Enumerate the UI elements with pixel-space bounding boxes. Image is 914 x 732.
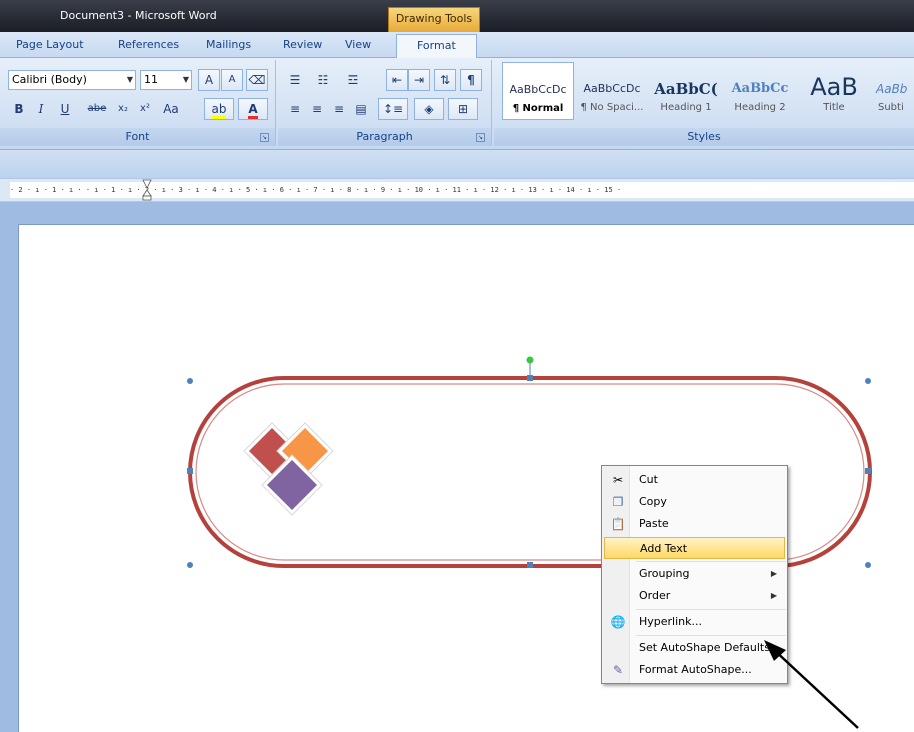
menu-separator	[636, 609, 786, 610]
menu-item-label: Set AutoShape Defaults	[639, 641, 770, 654]
resize-handle-bottom[interactable]	[527, 562, 533, 568]
scissors-icon: ✂	[612, 473, 624, 487]
resize-handle-bottom-right[interactable]	[865, 562, 871, 568]
menu-item-hyperlink[interactable]: 🌐 Hyperlink...	[604, 611, 785, 633]
menu-item-label: Format AutoShape...	[639, 663, 752, 676]
resize-handle-bottom-left[interactable]	[187, 562, 193, 568]
menu-item-grouping[interactable]: Grouping ▶	[604, 563, 785, 585]
rotate-handle[interactable]	[526, 356, 534, 364]
menu-item-copy[interactable]: ❐ Copy	[604, 491, 785, 513]
submenu-arrow-icon: ▶	[770, 569, 777, 578]
menu-item-label: Copy	[639, 495, 667, 508]
resize-handle-top[interactable]	[527, 375, 533, 381]
copy-icon: ❐	[612, 495, 624, 509]
menu-item-label: Order	[639, 589, 671, 602]
menu-item-label: Add Text	[640, 542, 688, 555]
menu-separator	[636, 561, 786, 562]
menu-separator	[636, 635, 786, 636]
menu-item-add-text[interactable]: Add Text	[604, 537, 785, 559]
menu-item-set-autoshape-defaults[interactable]: Set AutoShape Defaults	[604, 637, 785, 659]
context-menu: ✂ Cut ❐ Copy 📋 Paste Add Text Grouping ▶…	[601, 465, 788, 684]
menu-item-paste[interactable]: 📋 Paste	[604, 513, 785, 535]
diamond-logo-icon[interactable]	[243, 422, 334, 516]
menu-item-label: Paste	[639, 517, 669, 530]
format-shape-icon: ✎	[612, 663, 624, 677]
menu-item-label: Grouping	[639, 567, 690, 580]
resize-handle-top-right[interactable]	[865, 378, 871, 384]
resize-handle-top-left[interactable]	[187, 378, 193, 384]
submenu-arrow-icon: ▶	[770, 591, 777, 600]
menu-item-label: Hyperlink...	[639, 615, 702, 628]
menu-item-format-autoshape[interactable]: ✎ Format AutoShape...	[604, 659, 785, 681]
hyperlink-icon: 🌐	[610, 615, 626, 629]
resize-handle-right[interactable]	[865, 468, 871, 474]
menu-item-order[interactable]: Order ▶	[604, 585, 785, 607]
resize-handle-left[interactable]	[187, 468, 193, 474]
menu-item-label: Cut	[639, 473, 658, 486]
menu-item-cut[interactable]: ✂ Cut	[604, 469, 785, 491]
paste-icon: 📋	[610, 517, 626, 531]
